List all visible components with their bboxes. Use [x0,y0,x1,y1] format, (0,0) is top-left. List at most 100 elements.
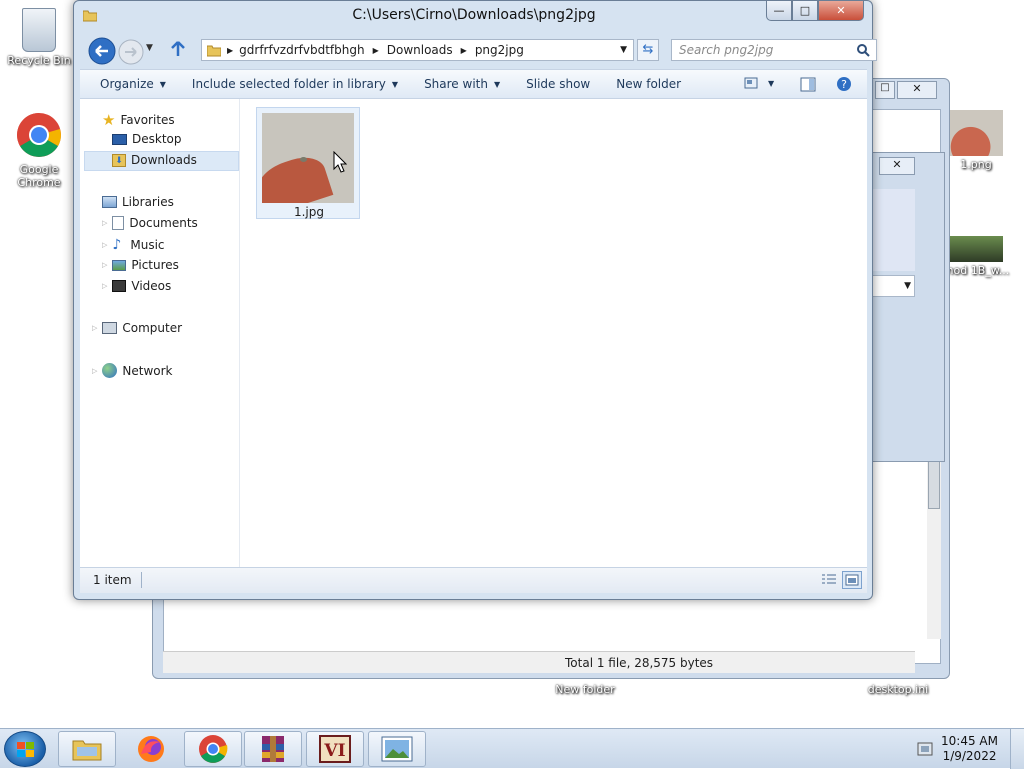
organize-label: Organize [100,77,154,91]
clock-date: 1/9/2022 [942,749,997,763]
nav-label: Pictures [131,258,179,272]
desktop-icon-label: New folder [555,683,615,696]
minimize-button[interactable]: — [766,1,792,21]
nav-item-videos[interactable]: ▷ Videos [102,279,171,293]
desktop-icon-new-folder[interactable]: New folder [548,683,622,696]
slide-show-label: Slide show [526,77,591,91]
up-arrow-icon[interactable] [169,40,187,58]
breadcrumb-segment[interactable]: gdrfrfvzdrfvbdtfbhgh [239,43,364,57]
expand-arrow-icon[interactable]: ▷ [92,367,97,375]
music-note-icon: ♪ [112,237,122,253]
nav-label: Computer [122,321,183,335]
expand-arrow-icon[interactable]: ▷ [92,324,97,332]
windows-logo-icon [17,742,34,757]
search-input[interactable]: Search png2jpg [671,39,877,61]
action-center-flag-icon[interactable] [916,740,934,758]
mouse-cursor-icon [333,151,347,173]
nav-item-libraries[interactable]: Libraries [102,195,174,209]
include-library-label: Include selected folder in library [191,77,386,91]
navigation-bar: ▼ ▶ gdrfrfvzdrfvbdtfbhgh ▶ Downloads ▶ p… [86,35,877,65]
photo-viewer-icon [381,736,413,762]
nav-label: Music [130,238,165,252]
maximize-button[interactable]: □ [792,1,818,21]
new-folder-button[interactable]: New folder [610,77,687,91]
pebble-shape [300,157,307,162]
desktop-icon-video[interactable]: mod 1B_w... [940,236,1012,277]
desktop-icon-1png[interactable]: 1.png [940,110,1012,171]
nav-item-downloads[interactable]: ⬇ Downloads [112,153,197,167]
nav-item-network[interactable]: ▷ Network [92,363,173,378]
start-button[interactable] [4,731,46,767]
details-view-icon[interactable] [821,573,837,587]
taskbar-explorer-button[interactable] [58,731,116,767]
expand-arrow-icon[interactable]: ▷ [102,241,107,249]
close-button[interactable]: ✕ [818,1,864,21]
breadcrumb-separator-icon[interactable]: ▶ [373,46,379,55]
nav-label: Desktop [132,132,182,146]
nav-label: Network [122,363,173,378]
desktop-icon-desktop-ini[interactable]: desktop.ini [862,683,934,696]
breadcrumb-segment[interactable]: png2jpg [475,43,524,57]
back-arrow-icon[interactable] [88,37,116,65]
expand-arrow-icon[interactable]: ▷ [102,261,107,269]
nav-item-favorites[interactable]: ★ Favorites [102,111,175,129]
search-icon[interactable] [857,44,870,57]
refresh-button[interactable]: ⇆ [637,39,659,61]
desktop-icon-google-chrome[interactable]: Google Chrome [3,112,75,189]
taskbar-firefox-button [122,731,180,767]
taskbar-vi-app-button[interactable]: VI [306,731,364,767]
nav-label: Libraries [122,195,174,209]
expand-arrow-icon[interactable]: ▷ [102,282,107,290]
organize-button[interactable]: Organize ▼ [94,77,172,91]
pictures-icon [112,259,127,271]
slide-show-button[interactable]: Slide show [520,77,596,91]
explorer-window[interactable]: C:\Users\Cirno\Downloads\png2jpg — □ ✕ ▼… [73,0,877,600]
taskbar-winrar-button[interactable] [244,731,302,767]
dialog-list [871,189,915,271]
nav-item-computer[interactable]: ▷ Computer [92,321,182,335]
desktop-icon-label: desktop.ini [867,683,929,696]
preview-pane-icon[interactable] [800,77,816,92]
chevron-down-icon: ▼ [391,79,399,89]
dialog-dropdown[interactable]: ▼ [871,275,915,297]
nav-item-music[interactable]: ▷ ♪ Music [102,237,165,253]
nav-item-desktop[interactable]: Desktop [112,132,182,146]
breadcrumb-separator-icon[interactable]: ▶ [227,46,233,55]
taskbar-chrome-button[interactable] [184,731,242,767]
recycle-bin-icon [22,8,56,52]
firefox-icon [138,736,164,762]
status-bar: 1 item [80,567,867,593]
large-icons-view-button[interactable] [842,571,862,589]
nav-label: Downloads [131,153,197,167]
help-icon[interactable]: ? [836,76,852,92]
system-clock[interactable]: 10:45 AM 1/9/2022 [941,734,998,764]
nav-item-pictures[interactable]: ▷ Pictures [102,258,179,272]
chevron-down-icon: ▼ [768,78,775,88]
chrome-icon [199,735,228,763]
recent-pages-dropdown-icon[interactable]: ▼ [146,43,153,53]
address-dropdown-icon[interactable]: ▼ [620,45,627,55]
forward-arrow-icon[interactable] [118,39,144,65]
desktop-icon-recycle-bin[interactable]: Recycle Bin [3,8,75,67]
expand-arrow-icon[interactable]: ▷ [102,219,107,227]
command-bar: Organize ▼ Include selected folder in lib… [80,69,867,99]
address-bar[interactable]: ▶ gdrfrfvzdrfvbdtfbhgh ▶ Downloads ▶ png… [201,39,634,61]
include-in-library-button[interactable]: Include selected folder in library ▼ [186,77,404,91]
desktop-icon-label: Google Chrome [17,163,61,189]
show-desktop-button[interactable] [1010,729,1024,769]
taskbar-photo-viewer-button[interactable] [368,731,426,767]
back-maximize-button[interactable]: □ [875,81,895,99]
back-close-button[interactable]: ✕ [897,81,937,99]
share-with-button[interactable]: Share with ▼ [418,77,506,91]
dialog-close-button[interactable]: ✕ [879,157,915,175]
downloads-icon: ⬇ [112,153,126,167]
breadcrumb-separator-icon[interactable]: ▶ [461,46,467,55]
network-globe-icon [102,363,118,378]
breadcrumb-segment[interactable]: Downloads [387,43,453,57]
clock-time: 10:45 AM [941,734,998,748]
change-view-button[interactable]: ▼ [744,77,774,89]
video-thumbnail-icon [949,236,1003,262]
background-dialog[interactable]: ✕ ▼ [870,152,945,462]
desktop-icon [112,133,127,145]
nav-item-documents[interactable]: ▷ Documents [102,216,198,230]
